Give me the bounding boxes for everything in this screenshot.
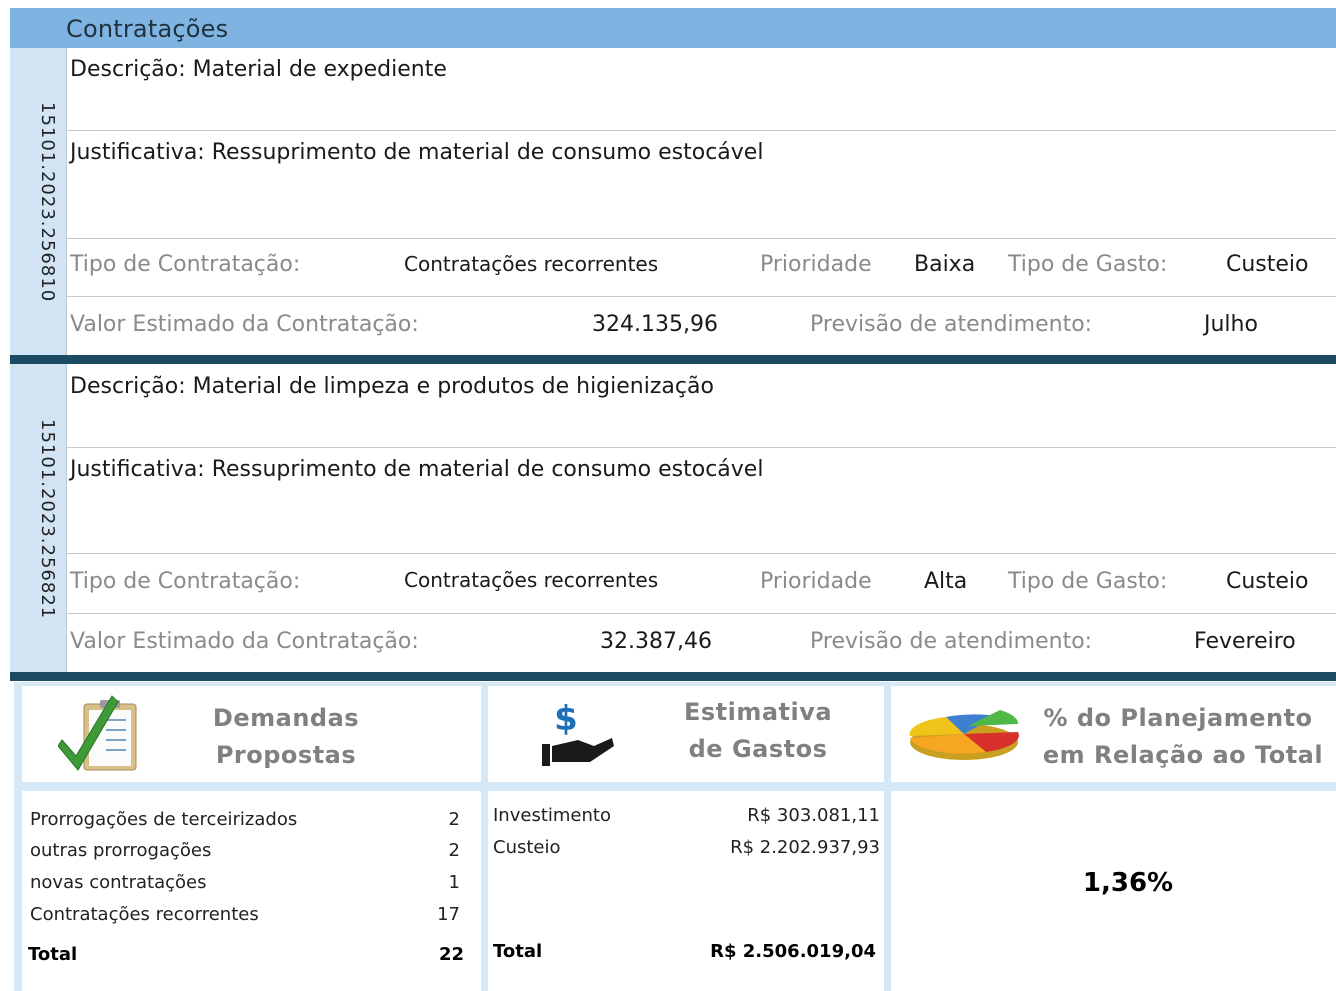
prioridade-label: Prioridade	[760, 569, 872, 594]
divider	[66, 553, 1336, 554]
tipo-gasto-label: Tipo de Gasto:	[1008, 569, 1168, 594]
list-item-value: R$ 303.081,11	[747, 805, 880, 826]
tipo-contratacao-label: Tipo de Contratação:	[70, 569, 301, 594]
planejamento-title-line1: % do Planejamento	[1043, 704, 1313, 732]
divider	[66, 238, 1336, 239]
dollar-glyph: $	[554, 700, 578, 739]
valor-estimado-value: 324.135,96	[592, 312, 718, 337]
total-value: R$ 2.506.019,04	[710, 941, 876, 962]
record-separator	[10, 672, 1336, 681]
list-item-value: 17	[437, 904, 460, 925]
total-label: Total	[493, 941, 543, 962]
valor-estimado-label: Valor Estimado da Contratação:	[70, 312, 419, 337]
list-item-label: outras prorrogações	[30, 840, 212, 861]
list-item-label: Contratações recorrentes	[30, 904, 259, 925]
list-item-label: Custeio	[493, 837, 561, 858]
tipo-gasto-label: Tipo de Gasto:	[1008, 252, 1168, 277]
previsao-value: Fevereiro	[1194, 629, 1296, 654]
tipo-contratacao-value: Contratações recorrentes	[404, 252, 659, 276]
record-description: Descrição: Material de limpeza e produto…	[70, 374, 714, 399]
previsao-label: Previsão de atendimento:	[810, 629, 1093, 654]
gastos-title-line1: Estimativa	[683, 698, 833, 726]
divider	[66, 130, 1336, 131]
demandas-title-line1: Demandas	[212, 704, 360, 732]
previsao-value: Julho	[1204, 312, 1258, 337]
divider	[66, 613, 1336, 614]
divider	[66, 296, 1336, 297]
prioridade-label: Prioridade	[760, 252, 872, 277]
record-justification: Justificativa: Ressuprimento de material…	[70, 140, 764, 165]
record-separator	[10, 355, 1336, 364]
list-item-value: 2	[448, 840, 460, 861]
planejamento-value: 1,36%	[1082, 868, 1174, 898]
tipo-gasto-value: Custeio	[1226, 569, 1309, 594]
tipo-contratacao-value: Contratações recorrentes	[404, 568, 659, 592]
tipo-contratacao-label: Tipo de Contratação:	[70, 252, 301, 277]
valor-estimado-label: Valor Estimado da Contratação:	[70, 629, 419, 654]
money-hand-icon: $	[542, 700, 614, 766]
list-item-label: Investimento	[493, 805, 611, 826]
list-item-label: novas contratações	[30, 872, 207, 893]
list-item-value: R$ 2.202.937,93	[730, 837, 880, 858]
checklist-icon	[58, 695, 137, 771]
list-item-value: 2	[448, 809, 460, 830]
prioridade-value: Baixa	[914, 252, 976, 277]
section-title: Contratações	[66, 15, 229, 43]
demandas-title-line2: Propostas	[215, 741, 357, 769]
total-label: Total	[28, 944, 78, 965]
previsao-label: Previsão de atendimento:	[810, 312, 1093, 337]
gastos-title-line2: de Gastos	[688, 735, 828, 763]
prioridade-value: Alta	[924, 569, 968, 594]
tipo-gasto-value: Custeio	[1226, 252, 1309, 277]
valor-estimado-value: 32.387,46	[600, 629, 712, 654]
planejamento-title-line2: em Relação ao Total	[1042, 741, 1324, 769]
list-item-label: Prorrogações de terceirizados	[30, 809, 298, 830]
total-value: 22	[438, 944, 464, 965]
list-item-value: 1	[448, 872, 460, 893]
record-justification: Justificativa: Ressuprimento de material…	[70, 457, 764, 482]
record-description: Descrição: Material de expediente	[70, 57, 447, 82]
pie-chart-icon	[909, 710, 1019, 760]
divider	[66, 447, 1336, 448]
